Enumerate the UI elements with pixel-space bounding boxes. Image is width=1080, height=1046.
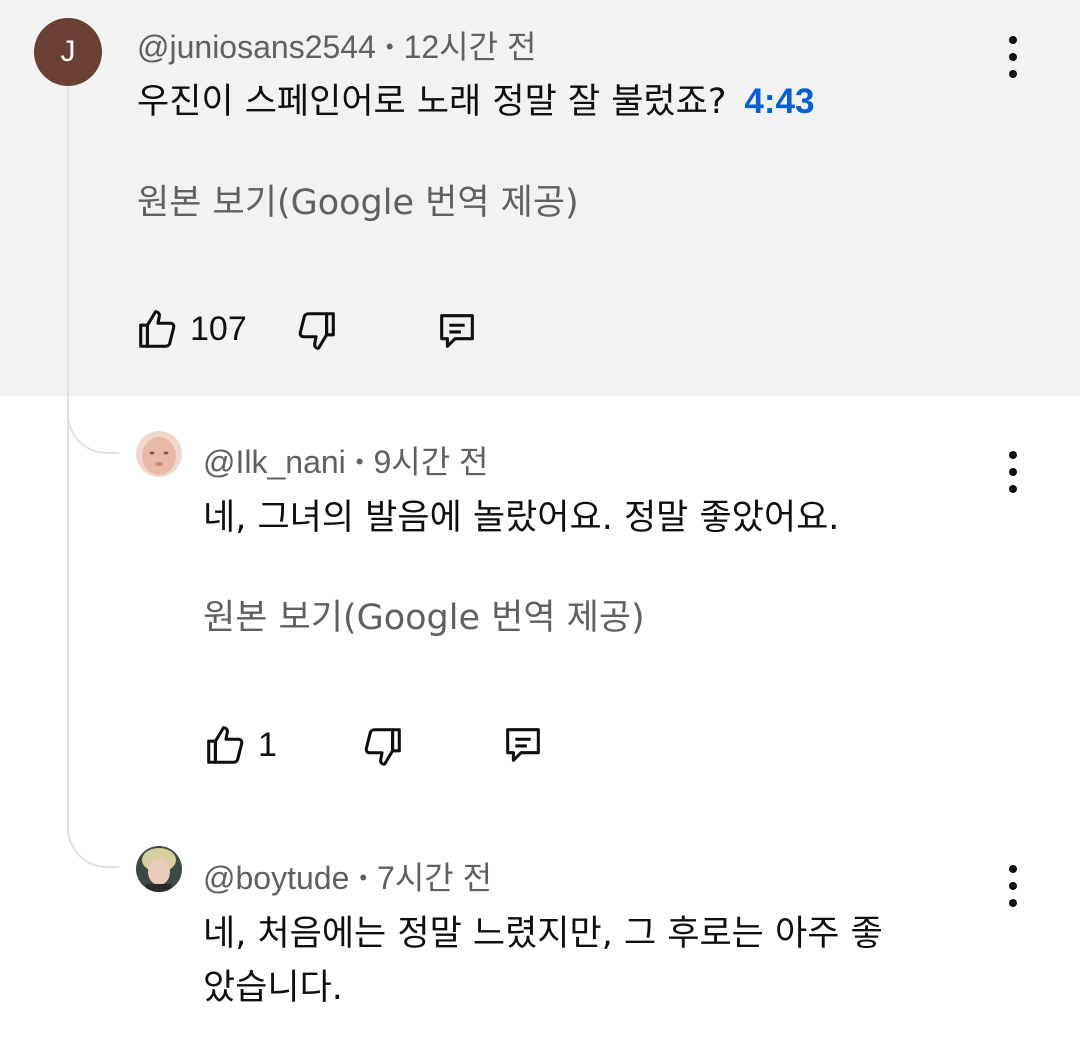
comment-meta: @Ilk_nani • 9시간 전 xyxy=(203,437,489,483)
avatar[interactable] xyxy=(136,846,182,892)
more-vert-icon xyxy=(1009,36,1017,44)
comment-time: 12시간 전 xyxy=(403,29,537,65)
avatar[interactable]: J xyxy=(34,18,102,86)
reply-comment-icon xyxy=(440,314,474,348)
thumbs-down-icon xyxy=(364,728,401,766)
comments-panel: J @juniosans2544 • 12시간 전 우진이 스페인어로 노래 정말 … xyxy=(0,0,1080,1046)
show-original-link[interactable]: 원본 보기(Google 번역 제공) xyxy=(137,174,579,225)
like-button[interactable]: 107 xyxy=(134,306,247,352)
comment-text: 우진이 스페인어로 노래 정말 잘 불렀죠? 4:43 xyxy=(137,75,814,129)
avatar-letter: J xyxy=(60,35,76,68)
comment-meta: @juniosans2544 • 12시간 전 xyxy=(137,22,536,68)
thumbs-up-icon xyxy=(207,726,244,764)
profile-photo xyxy=(136,431,182,477)
reply-button[interactable] xyxy=(432,308,482,354)
separator-dot: • xyxy=(385,34,394,59)
like-button[interactable]: 1 xyxy=(202,722,277,768)
reply-button[interactable] xyxy=(498,722,548,768)
comment-body: 우진이 스페인어로 노래 정말 잘 불렀죠? xyxy=(137,82,727,122)
thread-branch xyxy=(67,410,119,454)
comment-text-line: 았습니다. xyxy=(203,968,343,1008)
more-options-button[interactable] xyxy=(1001,32,1025,82)
comment-time: 9시간 전 xyxy=(373,444,489,480)
like-count: 107 xyxy=(190,309,247,348)
comment-text: 네, 그녀의 발음에 놀랐어요. 정말 좋았어요. xyxy=(203,498,840,538)
thumbs-up-icon xyxy=(139,310,176,348)
comment-text-line: 네, 처음에는 정말 느렸지만, 그 후로는 아주 좋 xyxy=(203,914,883,954)
dislike-button[interactable] xyxy=(294,308,340,354)
comment-time: 7시간 전 xyxy=(377,860,493,896)
more-options-button[interactable] xyxy=(1001,861,1025,911)
more-options-button[interactable] xyxy=(1001,447,1025,497)
like-count: 1 xyxy=(258,725,277,764)
more-vert-icon xyxy=(1009,451,1017,459)
separator-dot: • xyxy=(359,865,368,890)
comment-text: 네, 처음에는 정말 느렸지만, 그 후로는 아주 좋 았습니다. xyxy=(203,907,883,1015)
more-vert-icon xyxy=(1009,865,1017,873)
reply-comment-icon xyxy=(506,728,540,762)
separator-dot: • xyxy=(355,449,364,474)
timestamp-link[interactable]: 4:43 xyxy=(744,82,814,121)
show-original-link[interactable]: 원본 보기(Google 번역 제공) xyxy=(203,589,645,640)
username[interactable]: @Ilk_nani xyxy=(203,444,346,480)
avatar[interactable] xyxy=(136,431,182,477)
username[interactable]: @juniosans2544 xyxy=(137,29,376,65)
profile-photo xyxy=(136,846,182,892)
dislike-button[interactable] xyxy=(360,724,406,770)
thumbs-down-icon xyxy=(298,312,335,350)
comment-meta: @boytude • 7시간 전 xyxy=(203,853,492,899)
username[interactable]: @boytude xyxy=(203,860,349,896)
thread-line xyxy=(67,84,69,834)
thread-branch xyxy=(67,824,119,868)
